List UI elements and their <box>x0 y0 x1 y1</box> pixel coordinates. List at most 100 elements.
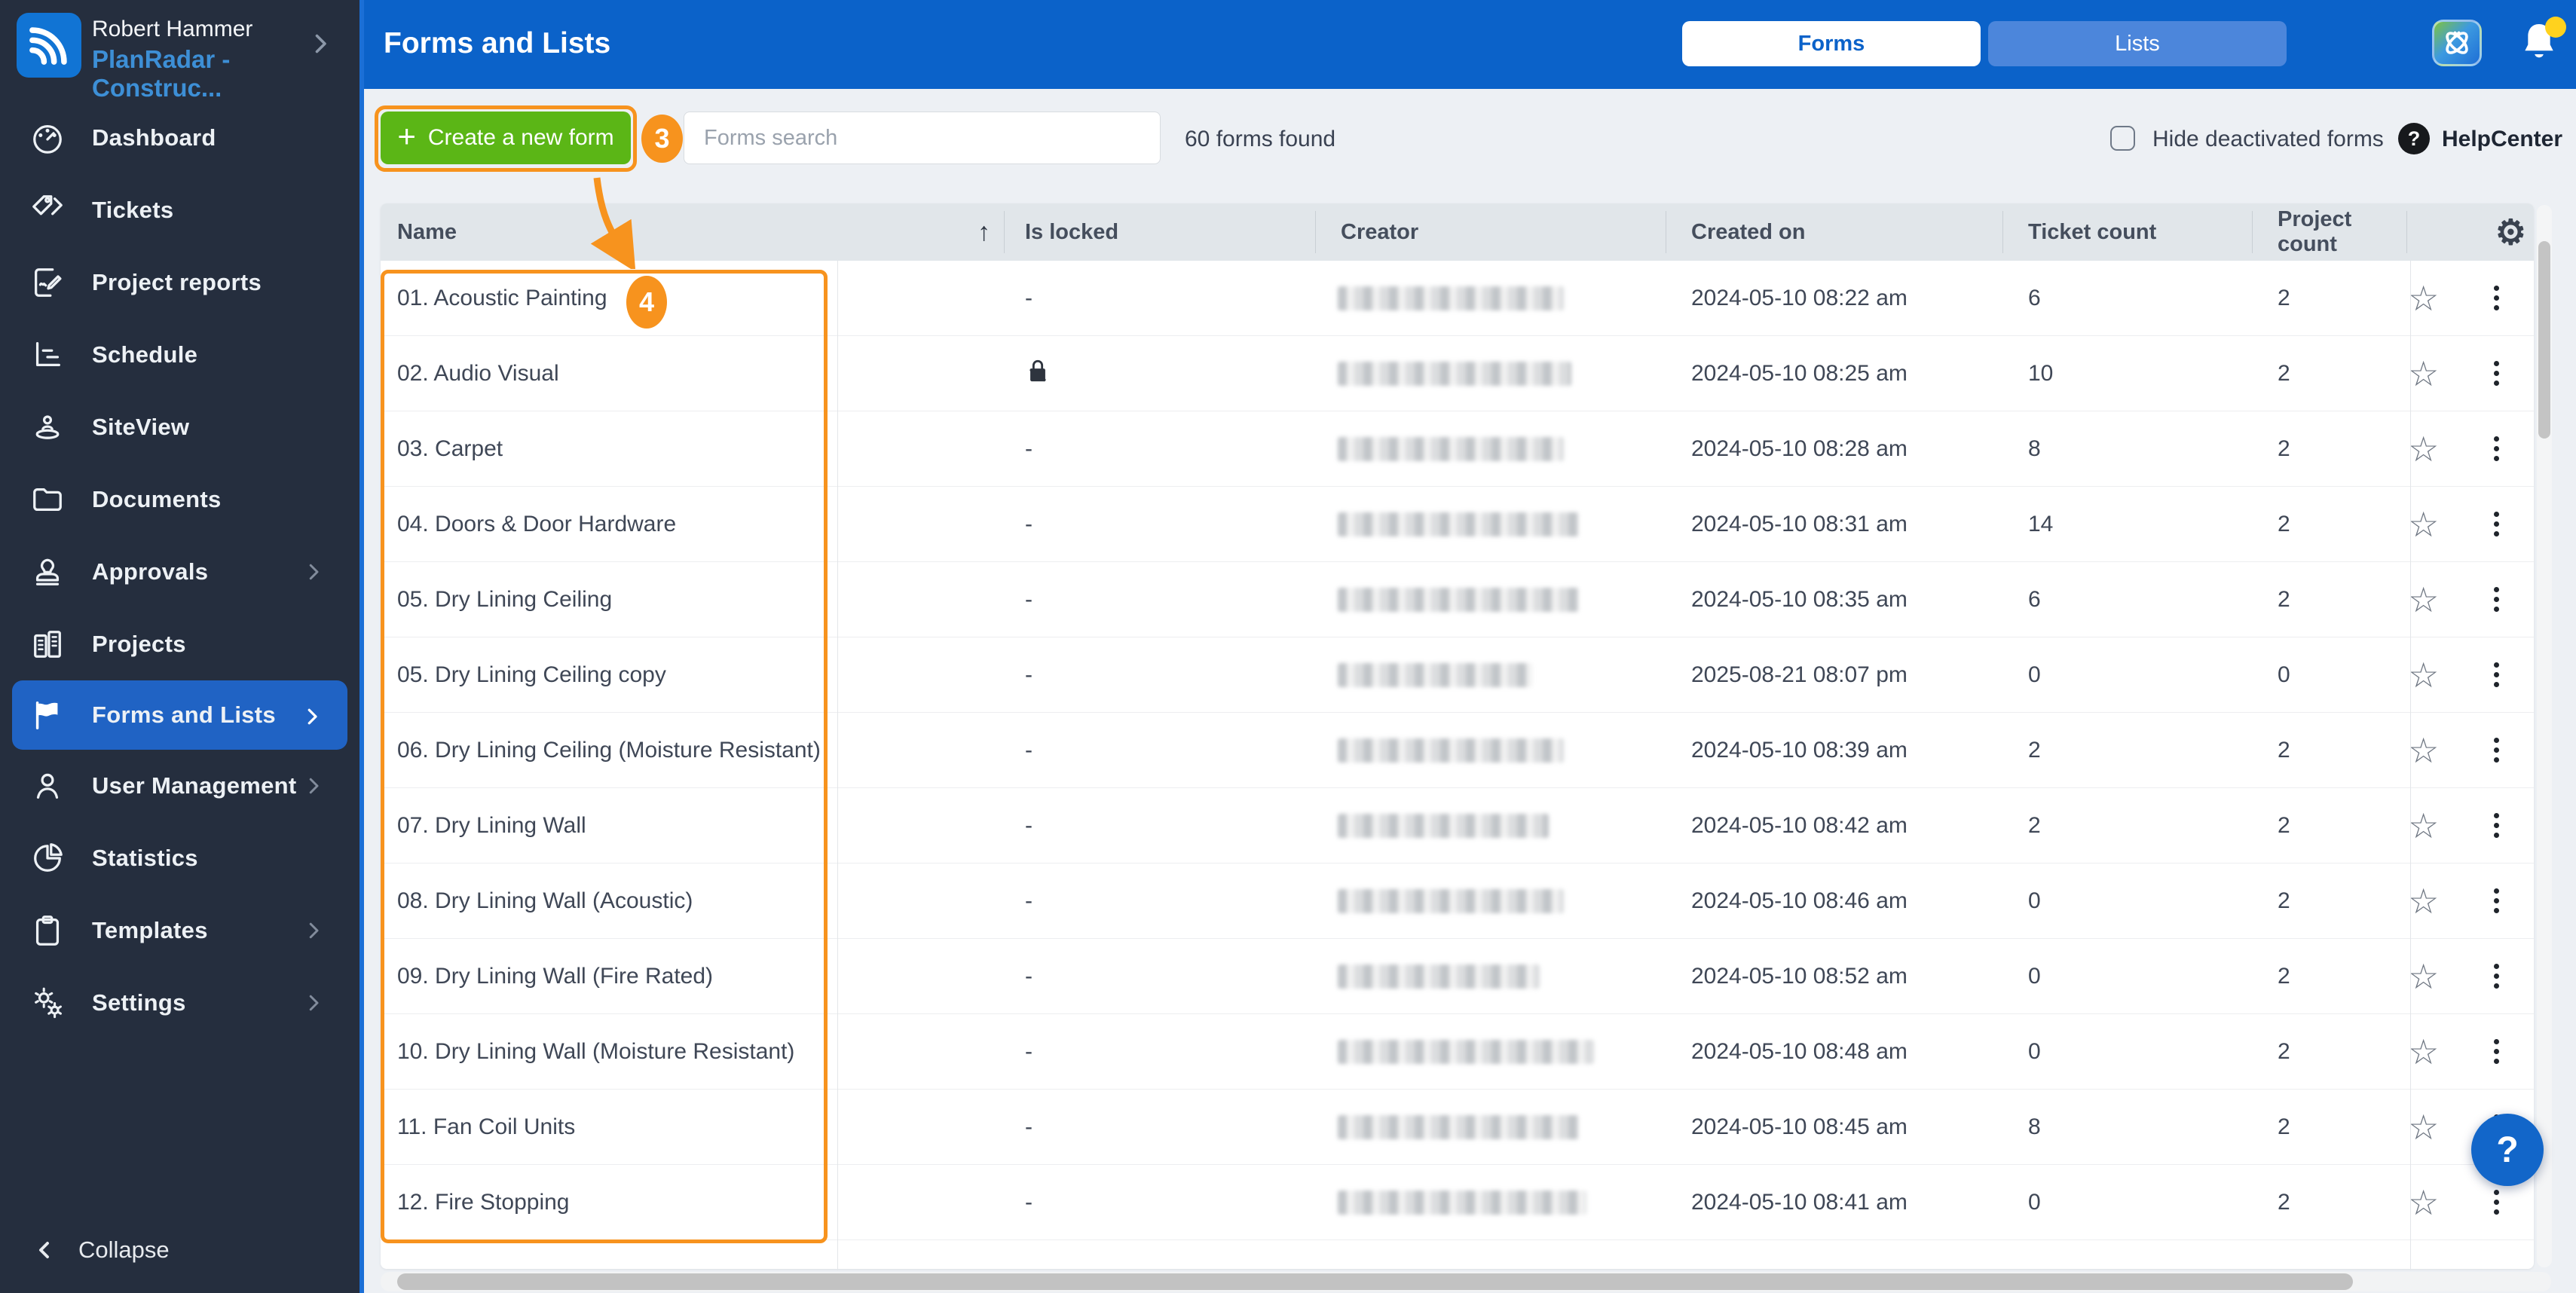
favorite-star-icon[interactable]: ☆ <box>2408 884 2439 919</box>
form-name[interactable]: 08. Dry Lining Wall (Acoustic) <box>381 888 1004 914</box>
table-row[interactable]: 08. Dry Lining Wall (Acoustic) - 2024-05… <box>381 864 2534 939</box>
sidebar-item-documents[interactable]: Documents <box>0 463 359 536</box>
favorite-star-icon[interactable]: ☆ <box>2408 658 2439 692</box>
row-menu-kebab-icon[interactable] <box>2489 959 2504 993</box>
table-row[interactable]: 12. Fire Stopping - 2024-05-10 08:41 am … <box>381 1165 2534 1240</box>
form-name[interactable]: 03. Carpet <box>381 436 1004 462</box>
form-name[interactable]: 04. Doors & Door Hardware <box>381 512 1004 537</box>
favorite-star-icon[interactable]: ☆ <box>2408 356 2439 391</box>
table-row[interactable]: 09. Dry Lining Wall (Fire Rated) - 2024-… <box>381 939 2534 1014</box>
project-count-cell: 2 <box>2252 286 2406 311</box>
favorite-star-icon[interactable]: ☆ <box>2408 809 2439 843</box>
table-row[interactable]: 11. Fan Coil Units - 2024-05-10 08:45 am… <box>381 1090 2534 1165</box>
collapse-button[interactable]: Collapse <box>0 1224 359 1276</box>
sidebar-item-templates[interactable]: Templates <box>0 894 359 967</box>
sidebar-item-siteview[interactable]: SiteView <box>0 391 359 463</box>
help-question-icon[interactable]: ? <box>2398 123 2430 154</box>
favorite-star-icon[interactable]: ☆ <box>2408 1110 2439 1145</box>
hide-deactivated-label[interactable]: Hide deactivated forms <box>2152 127 2384 152</box>
forms-search-input[interactable] <box>684 112 1161 164</box>
sidebar-item-settings[interactable]: Settings <box>0 967 359 1039</box>
sidebar-item-schedule[interactable]: Schedule <box>0 319 359 391</box>
form-name[interactable]: 06. Dry Lining Ceiling (Moisture Resista… <box>381 738 1004 763</box>
row-menu-kebab-icon[interactable] <box>2489 1035 2504 1068</box>
horizontal-scrollbar-thumb[interactable] <box>397 1273 2353 1290</box>
favorite-star-icon[interactable]: ☆ <box>2408 507 2439 542</box>
sidebar-item-projects[interactable]: Projects <box>0 608 359 680</box>
connect-app-icon[interactable] <box>2432 20 2482 66</box>
row-menu-kebab-icon[interactable] <box>2489 733 2504 767</box>
column-header-creator[interactable]: Creator <box>1315 220 1666 245</box>
project-count-cell: 2 <box>2252 813 2406 839</box>
favorite-star-icon[interactable]: ☆ <box>2408 1185 2439 1220</box>
siteview-icon <box>30 410 65 445</box>
sidebar-item-statistics[interactable]: Statistics <box>0 822 359 894</box>
hide-deactivated-checkbox[interactable] <box>2110 126 2135 151</box>
tab-lists[interactable]: Lists <box>1988 21 2287 66</box>
table-row[interactable]: 01. Acoustic Painting - 2024-05-10 08:22… <box>381 261 2534 336</box>
table-row[interactable]: 05. Dry Lining Ceiling - 2024-05-10 08:3… <box>381 562 2534 637</box>
form-name[interactable]: 05. Dry Lining Ceiling <box>381 587 1004 613</box>
table-row[interactable]: 07. Dry Lining Wall - 2024-05-10 08:42 a… <box>381 788 2534 864</box>
row-menu-kebab-icon[interactable] <box>2489 884 2504 918</box>
helpcenter-label[interactable]: HelpCenter <box>2442 127 2562 152</box>
collapse-label: Collapse <box>78 1236 170 1264</box>
gear-icon[interactable]: ⚙ <box>2495 215 2526 249</box>
creator-cell <box>1315 1040 1666 1064</box>
row-menu-kebab-icon[interactable] <box>2489 809 2504 842</box>
notifications-bell-icon[interactable] <box>2515 18 2568 71</box>
sidebar-item-tickets[interactable]: Tickets <box>0 174 359 246</box>
row-actions: ☆ <box>2406 658 2534 692</box>
user-management-icon <box>30 769 65 803</box>
row-menu-kebab-icon[interactable] <box>2489 432 2504 466</box>
table-row[interactable]: 02. Audio Visual 2024-05-10 08:25 am 10 … <box>381 336 2534 411</box>
created-on-cell: 2024-05-10 08:31 am <box>1666 512 2002 537</box>
row-menu-kebab-icon[interactable] <box>2489 281 2504 315</box>
favorite-star-icon[interactable]: ☆ <box>2408 1035 2439 1069</box>
sidebar-item-forms-lists[interactable]: Forms and Lists <box>12 680 347 750</box>
table-row[interactable]: 04. Doors & Door Hardware - 2024-05-10 0… <box>381 487 2534 562</box>
form-name[interactable]: 12. Fire Stopping <box>381 1190 1004 1215</box>
sidebar-item-user-management[interactable]: User Management <box>0 750 359 822</box>
form-name[interactable]: 09. Dry Lining Wall (Fire Rated) <box>381 964 1004 989</box>
row-menu-kebab-icon[interactable] <box>2489 1185 2504 1219</box>
floating-help-button[interactable]: ? <box>2471 1114 2544 1186</box>
column-header-name[interactable]: Name ↑ <box>381 218 1004 247</box>
form-name[interactable]: 11. Fan Coil Units <box>381 1114 1004 1140</box>
row-menu-kebab-icon[interactable] <box>2489 507 2504 541</box>
column-header-project-count[interactable]: Project count <box>2252 207 2406 257</box>
table-row[interactable]: 05. Dry Lining Ceiling copy - 2025-08-21… <box>381 637 2534 713</box>
form-name[interactable]: 05. Dry Lining Ceiling copy <box>381 662 1004 688</box>
favorite-star-icon[interactable]: ☆ <box>2408 733 2439 768</box>
favorite-star-icon[interactable]: ☆ <box>2408 582 2439 617</box>
project-count-cell: 2 <box>2252 1114 2406 1140</box>
sidebar-item-project-reports[interactable]: Project reports <box>0 246 359 319</box>
project-count-cell: 2 <box>2252 512 2406 537</box>
tab-forms[interactable]: Forms <box>1682 21 1981 66</box>
creator-name-blurred <box>1338 663 1532 687</box>
column-header-is-locked[interactable]: Is locked <box>1004 220 1315 245</box>
table-row[interactable]: 03. Carpet - 2024-05-10 08:28 am 8 2 ☆ <box>381 411 2534 487</box>
form-name[interactable]: 07. Dry Lining Wall <box>381 813 1004 839</box>
vertical-scrollbar-thumb[interactable] <box>2538 241 2550 439</box>
column-header-ticket-count[interactable]: Ticket count <box>2002 220 2252 245</box>
sidebar-item-approvals[interactable]: Approvals <box>0 536 359 608</box>
notification-dot <box>2545 17 2566 38</box>
account-switcher[interactable]: Robert Hammer PlanRadar - Construc... <box>0 0 359 90</box>
row-menu-kebab-icon[interactable] <box>2489 356 2504 390</box>
form-name[interactable]: 02. Audio Visual <box>381 361 1004 387</box>
column-header-created-on[interactable]: Created on <box>1666 220 2002 245</box>
row-menu-kebab-icon[interactable] <box>2489 658 2504 692</box>
row-menu-kebab-icon[interactable] <box>2489 582 2504 616</box>
sidebar-item-dashboard[interactable]: Dashboard <box>0 102 359 174</box>
form-name[interactable]: 10. Dry Lining Wall (Moisture Resistant) <box>381 1039 1004 1065</box>
ticket-count-cell: 6 <box>2002 286 2252 311</box>
table-row[interactable]: 10. Dry Lining Wall (Moisture Resistant)… <box>381 1014 2534 1090</box>
form-name[interactable]: 01. Acoustic Painting <box>381 286 1004 311</box>
table-row[interactable]: 06. Dry Lining Ceiling (Moisture Resista… <box>381 713 2534 788</box>
sort-ascending-icon[interactable]: ↑ <box>977 218 990 247</box>
favorite-star-icon[interactable]: ☆ <box>2408 281 2439 316</box>
create-new-form-button[interactable]: + Create a new form <box>381 112 631 164</box>
favorite-star-icon[interactable]: ☆ <box>2408 432 2439 466</box>
favorite-star-icon[interactable]: ☆ <box>2408 959 2439 994</box>
